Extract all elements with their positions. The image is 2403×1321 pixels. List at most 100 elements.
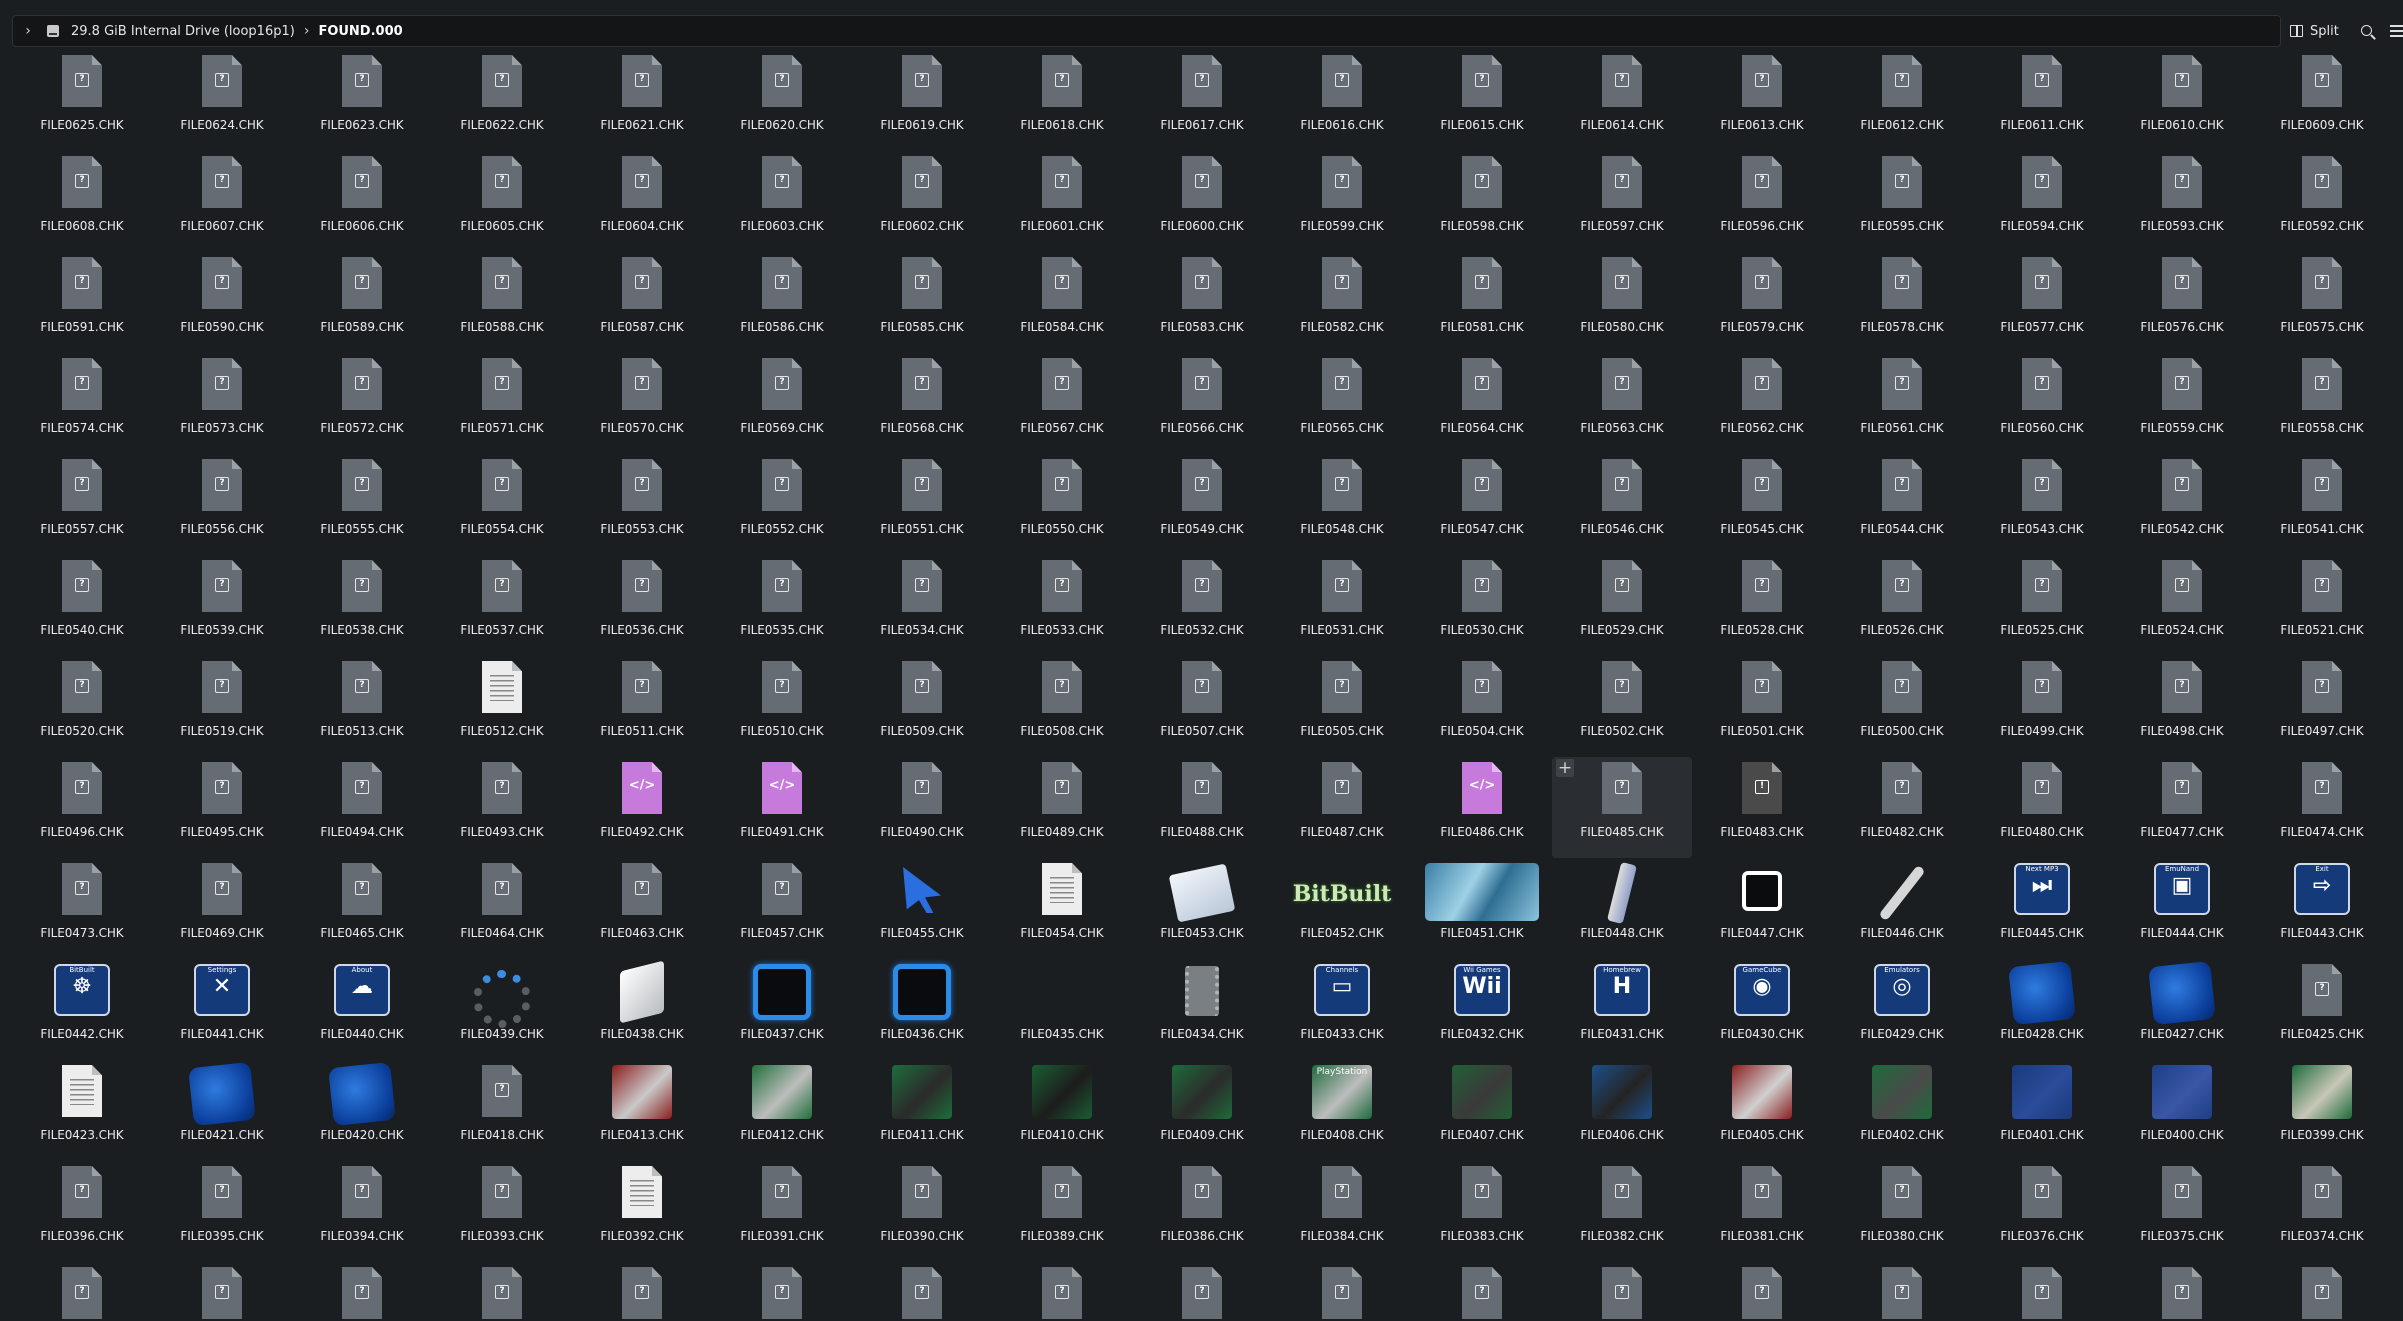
file-item[interactable]: ? FILE0489.CHK (992, 757, 1132, 858)
file-item[interactable]: ? FILE0544.CHK (1832, 454, 1972, 555)
file-item[interactable]: ? FILE0603.CHK (712, 151, 852, 252)
file-item[interactable]: ? FILE0469.CHK (152, 858, 292, 959)
file-item[interactable]: FILE0410.CHK (992, 1060, 1132, 1161)
file-item[interactable]: PlayStation FILE0408.CHK (1272, 1060, 1412, 1161)
file-item[interactable]: ? FILE0568.CHK (852, 353, 992, 454)
file-item[interactable]: ? FILE0590.CHK (152, 252, 292, 353)
file-item[interactable]: </> FILE0492.CHK (572, 757, 712, 858)
chevron-right-icon[interactable]: › (17, 23, 39, 39)
file-item[interactable]: BitBuilt ☸ FILE0442.CHK (12, 959, 152, 1060)
file-item[interactable]: ? FILE0457.CHK (712, 858, 852, 959)
file-item[interactable]: ? FILE0524.CHK (2112, 555, 2252, 656)
file-item[interactable]: ? FILE0463.CHK (572, 858, 712, 959)
file-item[interactable]: ? FILE0418.CHK (432, 1060, 572, 1161)
file-item[interactable]: ? FILE0601.CHK (992, 151, 1132, 252)
file-item[interactable]: ? FILE0615.CHK (1412, 50, 1552, 151)
file-item[interactable]: ? (572, 1262, 712, 1321)
breadcrumb-folder[interactable]: FOUND.000 (318, 24, 402, 39)
file-item[interactable]: FILE0455.CHK (852, 858, 992, 959)
file-item[interactable]: ? FILE0577.CHK (1972, 252, 2112, 353)
file-item[interactable]: ? FILE0613.CHK (1692, 50, 1832, 151)
file-item[interactable]: ? FILE0465.CHK (292, 858, 432, 959)
file-item[interactable]: ? FILE0625.CHK (12, 50, 152, 151)
file-item[interactable]: ? FILE0525.CHK (1972, 555, 2112, 656)
file-item[interactable]: ? FILE0616.CHK (1272, 50, 1412, 151)
file-item[interactable]: ? FILE0394.CHK (292, 1161, 432, 1262)
file-item[interactable]: ? FILE0599.CHK (1272, 151, 1412, 252)
file-item[interactable]: FILE0399.CHK (2252, 1060, 2392, 1161)
breadcrumb-drive[interactable]: 29.8 GiB Internal Drive (loop16p1) (71, 24, 295, 39)
file-item[interactable]: ? FILE0389.CHK (992, 1161, 1132, 1262)
file-item[interactable]: ? FILE0564.CHK (1412, 353, 1552, 454)
file-item[interactable]: ? (1972, 1262, 2112, 1321)
file-item[interactable]: ? (152, 1262, 292, 1321)
file-item[interactable]: ? FILE0575.CHK (2252, 252, 2392, 353)
file-item[interactable]: ? FILE0617.CHK (1132, 50, 1272, 151)
file-item[interactable]: Emulators ◎ FILE0429.CHK (1832, 959, 1972, 1060)
file-item[interactable]: FILE0447.CHK (1692, 858, 1832, 959)
file-item[interactable]: ? FILE0567.CHK (992, 353, 1132, 454)
file-item[interactable]: ? FILE0488.CHK (1132, 757, 1272, 858)
file-item[interactable]: ? FILE0596.CHK (1692, 151, 1832, 252)
file-item[interactable]: ? FILE0380.CHK (1832, 1161, 1972, 1262)
file-item[interactable]: ? FILE0555.CHK (292, 454, 432, 555)
file-item[interactable]: ? FILE0610.CHK (2112, 50, 2252, 151)
file-item[interactable]: ? (1412, 1262, 1552, 1321)
file-item[interactable]: ? FILE0587.CHK (572, 252, 712, 353)
file-item[interactable]: ? FILE0382.CHK (1552, 1161, 1692, 1262)
file-item[interactable]: ? (852, 1262, 992, 1321)
file-item[interactable]: ? FILE0541.CHK (2252, 454, 2392, 555)
file-item[interactable]: FILE0438.CHK (572, 959, 712, 1060)
file-item[interactable]: ? FILE0576.CHK (2112, 252, 2252, 353)
file-item[interactable]: ? FILE0374.CHK (2252, 1161, 2392, 1262)
file-item[interactable]: Exit ⇨ FILE0443.CHK (2252, 858, 2392, 959)
file-item[interactable]: ? FILE0538.CHK (292, 555, 432, 656)
file-item[interactable]: ? FILE0612.CHK (1832, 50, 1972, 151)
file-item[interactable]: ? FILE0540.CHK (12, 555, 152, 656)
file-item[interactable]: FILE0401.CHK (1972, 1060, 2112, 1161)
file-item[interactable]: ? FILE0574.CHK (12, 353, 152, 454)
file-item[interactable]: ? FILE0562.CHK (1692, 353, 1832, 454)
file-item[interactable]: ? FILE0376.CHK (1972, 1161, 2112, 1262)
file-item[interactable]: ? FILE0501.CHK (1692, 656, 1832, 757)
file-item[interactable]: FILE0413.CHK (572, 1060, 712, 1161)
file-item[interactable]: ? FILE0535.CHK (712, 555, 852, 656)
file-item[interactable]: Next MP3 ⏭ FILE0445.CHK (1972, 858, 2112, 959)
file-item[interactable]: FILE0406.CHK (1552, 1060, 1692, 1161)
file-item[interactable]: ? FILE0519.CHK (152, 656, 292, 757)
hamburger-menu-icon[interactable] (2389, 25, 2403, 37)
file-item[interactable]: ? FILE0425.CHK (2252, 959, 2392, 1060)
file-item[interactable]: ? FILE0393.CHK (432, 1161, 572, 1262)
file-item[interactable]: ? FILE0608.CHK (12, 151, 152, 252)
file-item[interactable]: ? (12, 1262, 152, 1321)
file-item[interactable]: ? FILE0497.CHK (2252, 656, 2392, 757)
file-item[interactable]: ? FILE0571.CHK (432, 353, 572, 454)
file-item[interactable]: GameCube ◉ FILE0430.CHK (1692, 959, 1832, 1060)
file-item[interactable]: ? FILE0593.CHK (2112, 151, 2252, 252)
file-item[interactable]: FILE0402.CHK (1832, 1060, 1972, 1161)
file-item[interactable]: ? FILE0509.CHK (852, 656, 992, 757)
file-item[interactable]: ? FILE0606.CHK (292, 151, 432, 252)
file-item[interactable]: ? (1132, 1262, 1272, 1321)
file-item[interactable]: ? FILE0551.CHK (852, 454, 992, 555)
file-item[interactable]: ? FILE0510.CHK (712, 656, 852, 757)
file-item[interactable]: ? FILE0536.CHK (572, 555, 712, 656)
breadcrumb[interactable]: › 29.8 GiB Internal Drive (loop16p1) › F… (12, 15, 2281, 47)
file-item[interactable]: FILE0411.CHK (852, 1060, 992, 1161)
file-item[interactable]: ? FILE0611.CHK (1972, 50, 2112, 151)
file-item[interactable]: ? (432, 1262, 572, 1321)
search-icon[interactable] (2360, 24, 2374, 38)
file-item[interactable]: ? FILE0560.CHK (1972, 353, 2112, 454)
file-item[interactable]: ? FILE0495.CHK (152, 757, 292, 858)
file-item[interactable]: ? FILE0559.CHK (2112, 353, 2252, 454)
file-item[interactable]: ? FILE0557.CHK (12, 454, 152, 555)
file-item[interactable]: ? FILE0505.CHK (1272, 656, 1412, 757)
file-item[interactable]: FILE0409.CHK (1132, 1060, 1272, 1161)
file-item[interactable]: ? (292, 1262, 432, 1321)
file-item[interactable]: FILE0405.CHK (1692, 1060, 1832, 1161)
file-item[interactable]: ? FILE0494.CHK (292, 757, 432, 858)
file-item[interactable]: Homebrew H FILE0431.CHK (1552, 959, 1692, 1060)
file-item[interactable]: ? FILE0473.CHK (12, 858, 152, 959)
file-item[interactable]: ? FILE0474.CHK (2252, 757, 2392, 858)
file-item[interactable]: </> FILE0486.CHK (1412, 757, 1552, 858)
